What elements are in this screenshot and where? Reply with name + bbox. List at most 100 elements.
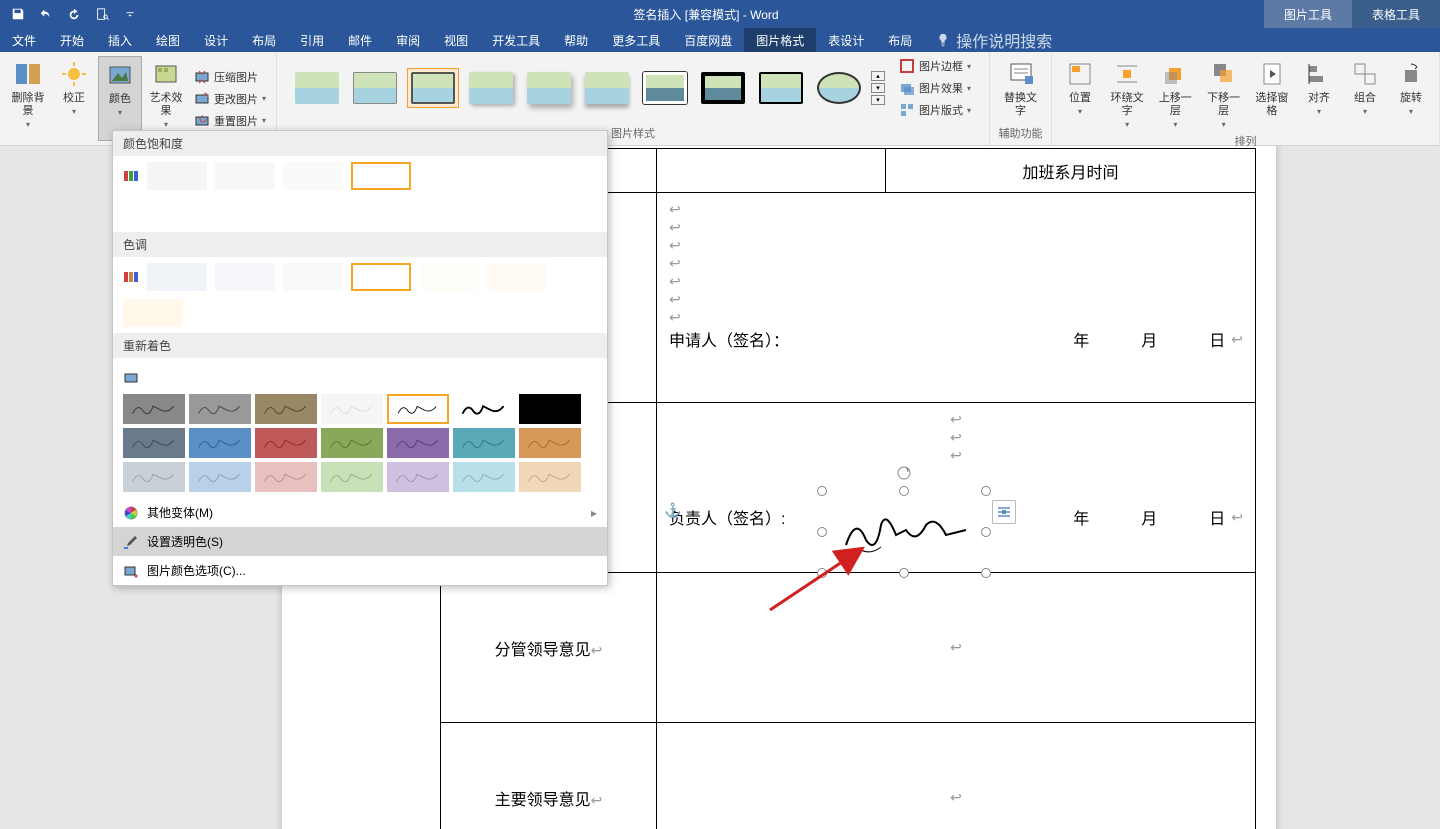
- picture-style-4[interactable]: [465, 68, 517, 108]
- resize-handle-bl[interactable]: [817, 568, 827, 578]
- recolor-swatch[interactable]: [123, 462, 185, 492]
- tab-insert[interactable]: 插入: [96, 28, 144, 52]
- recolor-swatch[interactable]: [255, 428, 317, 458]
- tone-swatch[interactable]: [147, 263, 207, 291]
- tab-table-design[interactable]: 表设计: [816, 28, 876, 52]
- table-cell[interactable]: 加班系月时间: [886, 149, 1256, 193]
- context-tab-picture[interactable]: 图片工具: [1264, 0, 1352, 28]
- send-backward-button[interactable]: 下移一层▾: [1201, 56, 1247, 131]
- tab-mailings[interactable]: 邮件: [336, 28, 384, 52]
- tab-developer[interactable]: 开发工具: [480, 28, 552, 52]
- tab-help[interactable]: 帮助: [552, 28, 600, 52]
- saturation-swatch[interactable]: [419, 162, 479, 190]
- resize-handle-ml[interactable]: [817, 527, 827, 537]
- picture-style-2[interactable]: [349, 68, 401, 108]
- redo-button[interactable]: [62, 2, 86, 26]
- compress-pictures-button[interactable]: 压缩图片: [190, 67, 270, 87]
- tab-draw[interactable]: 绘图: [144, 28, 192, 52]
- picture-style-8[interactable]: [697, 68, 749, 108]
- signature-image[interactable]: [826, 495, 982, 569]
- tone-swatch[interactable]: [419, 263, 479, 291]
- reset-picture-button[interactable]: 重置图片▾: [190, 111, 270, 131]
- picture-border-button[interactable]: 图片边框▾: [895, 56, 975, 76]
- tab-layout[interactable]: 布局: [240, 28, 288, 52]
- saturation-swatch[interactable]: [283, 162, 343, 190]
- recolor-swatch[interactable]: [453, 394, 515, 424]
- table-cell[interactable]: 分管领导意见↩: [441, 573, 657, 723]
- tab-home[interactable]: 开始: [48, 28, 96, 52]
- table-cell[interactable]: [657, 149, 886, 193]
- saturation-swatch[interactable]: [215, 162, 275, 190]
- recolor-swatch[interactable]: [387, 462, 449, 492]
- corrections-button[interactable]: 校正 ▾: [52, 56, 96, 141]
- tab-design[interactable]: 设计: [192, 28, 240, 52]
- picture-layout-button[interactable]: 图片版式▾: [895, 100, 975, 120]
- picture-style-7[interactable]: [639, 68, 691, 108]
- position-button[interactable]: 位置▾: [1058, 56, 1102, 131]
- recolor-swatch[interactable]: [519, 462, 581, 492]
- picture-effects-button[interactable]: 图片效果▾: [895, 78, 975, 98]
- recolor-swatch[interactable]: [453, 428, 515, 458]
- resize-handle-bc[interactable]: [899, 568, 909, 578]
- picture-style-10[interactable]: [813, 68, 865, 108]
- recolor-swatch[interactable]: [189, 428, 251, 458]
- recolor-swatch-selected[interactable]: [387, 394, 449, 424]
- table-cell[interactable]: 主要领导意见↩: [441, 723, 657, 829]
- recolor-swatch[interactable]: [519, 428, 581, 458]
- recolor-swatch[interactable]: [189, 462, 251, 492]
- resize-handle-tc[interactable]: [899, 486, 909, 496]
- rotate-button[interactable]: 旋转▾: [1389, 56, 1433, 131]
- saturation-swatch-selected[interactable]: [351, 162, 411, 190]
- tone-swatch[interactable]: [487, 263, 547, 291]
- picture-style-9[interactable]: [755, 68, 807, 108]
- picture-style-1[interactable]: [291, 68, 343, 108]
- recolor-swatch[interactable]: [387, 428, 449, 458]
- recolor-swatch[interactable]: [189, 394, 251, 424]
- alt-text-button[interactable]: 替换文字: [996, 56, 1045, 120]
- recolor-swatch[interactable]: [321, 394, 383, 424]
- tab-file[interactable]: 文件: [0, 28, 48, 52]
- recolor-swatch[interactable]: [123, 428, 185, 458]
- tab-picture-format[interactable]: 图片格式: [744, 28, 816, 52]
- qat-customize-button[interactable]: [118, 2, 142, 26]
- resize-handle-tr[interactable]: [981, 486, 991, 496]
- table-cell[interactable]: ↩↩↩↩↩↩↩ 申请人（签名）：年月日↩: [657, 193, 1256, 403]
- wrap-text-button[interactable]: 环绕文字▾: [1104, 56, 1150, 131]
- saturation-swatch[interactable]: [147, 162, 207, 190]
- saturation-swatch[interactable]: [487, 162, 547, 190]
- layout-options-button[interactable]: [992, 500, 1016, 524]
- resize-handle-tl[interactable]: [817, 486, 827, 496]
- color-button[interactable]: 颜色 ▾: [98, 56, 142, 141]
- tab-review[interactable]: 审阅: [384, 28, 432, 52]
- tone-swatch[interactable]: [283, 263, 343, 291]
- tab-table-layout[interactable]: 布局: [876, 28, 924, 52]
- more-variants-item[interactable]: 其他变体(M) ▸: [113, 498, 607, 527]
- tab-more-tools[interactable]: 更多工具: [600, 28, 672, 52]
- tone-swatch[interactable]: [215, 263, 275, 291]
- tab-baidu[interactable]: 百度网盘: [672, 28, 744, 52]
- recolor-swatch[interactable]: [255, 394, 317, 424]
- saturation-swatch[interactable]: [123, 198, 183, 226]
- recolor-swatch[interactable]: [123, 394, 185, 424]
- picture-style-6[interactable]: [581, 68, 633, 108]
- recolor-swatch[interactable]: [321, 462, 383, 492]
- tone-swatch[interactable]: [123, 299, 183, 327]
- tab-view[interactable]: 视图: [432, 28, 480, 52]
- gallery-more-button[interactable]: ▴▾▾: [871, 71, 889, 105]
- save-button[interactable]: [6, 2, 30, 26]
- artistic-effects-button[interactable]: 艺术效果 ▾: [144, 56, 188, 141]
- resize-handle-br[interactable]: [981, 568, 991, 578]
- picture-style-5[interactable]: [523, 68, 575, 108]
- tab-references[interactable]: 引用: [288, 28, 336, 52]
- undo-button[interactable]: [34, 2, 58, 26]
- table-cell[interactable]: ↩: [657, 573, 1256, 723]
- align-button[interactable]: 对齐▾: [1297, 56, 1341, 131]
- recolor-swatch[interactable]: [453, 462, 515, 492]
- recolor-swatch[interactable]: [321, 428, 383, 458]
- tone-swatch-selected[interactable]: [351, 263, 411, 291]
- rotate-handle[interactable]: [896, 465, 912, 481]
- picture-style-3[interactable]: [407, 68, 459, 108]
- set-transparent-color-item[interactable]: 设置透明色(S): [113, 527, 607, 556]
- selection-pane-button[interactable]: 选择窗格: [1249, 56, 1295, 131]
- group-button[interactable]: 组合▾: [1343, 56, 1387, 131]
